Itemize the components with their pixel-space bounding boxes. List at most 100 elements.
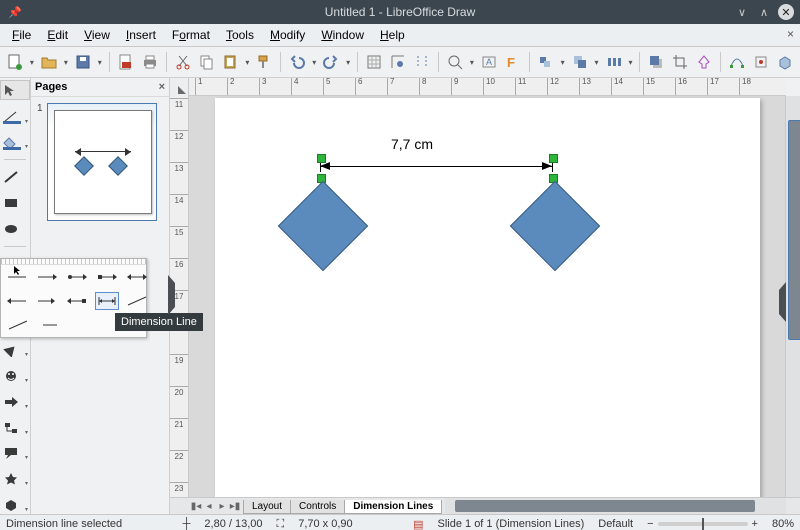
- line-square-arrow-icon[interactable]: [65, 292, 89, 310]
- glue-button[interactable]: [750, 51, 772, 73]
- drawing-canvas[interactable]: 7,7 cm: [189, 96, 785, 497]
- distribute-dropdown[interactable]: ▾: [626, 51, 634, 73]
- arrange-button[interactable]: [569, 51, 591, 73]
- ellipse-tool[interactable]: [1, 220, 29, 238]
- menu-file[interactable]: File: [4, 27, 39, 43]
- tab-dimension-lines[interactable]: Dimension Lines: [344, 500, 442, 514]
- basic-shapes-tool[interactable]: ▾: [1, 341, 29, 359]
- line-arrow-end-icon[interactable]: [35, 268, 59, 286]
- horizontal-scrollbar[interactable]: [445, 498, 786, 514]
- status-style[interactable]: Default: [598, 518, 633, 530]
- block-arrow-tool[interactable]: ▾: [1, 393, 29, 411]
- zoom-button[interactable]: [444, 51, 466, 73]
- textbox-button[interactable]: A: [478, 51, 500, 73]
- callout-tool[interactable]: ▾: [1, 445, 29, 463]
- cut-button[interactable]: [172, 51, 194, 73]
- crop-button[interactable]: [669, 51, 691, 73]
- menu-format[interactable]: Format: [164, 27, 218, 43]
- window-close-button[interactable]: ✕: [778, 4, 794, 20]
- tab-controls[interactable]: Controls: [290, 500, 345, 514]
- window-title: Untitled 1 - LibreOffice Draw: [325, 5, 476, 19]
- last-slide-icon: ▸▮: [229, 501, 241, 512]
- new-button[interactable]: [4, 51, 26, 73]
- window-maximize-button[interactable]: ∧: [756, 4, 772, 20]
- line-tool[interactable]: [1, 168, 29, 186]
- rect-tool[interactable]: [1, 194, 29, 212]
- new-dropdown[interactable]: ▾: [28, 51, 36, 73]
- line-arrows-icon[interactable]: [125, 268, 149, 286]
- dimension-line-icon[interactable]: [95, 292, 119, 310]
- tab-layout[interactable]: Layout: [243, 500, 291, 514]
- menu-window[interactable]: Window: [313, 27, 372, 43]
- menu-modify[interactable]: Modify: [262, 27, 313, 43]
- diamond-shape[interactable]: [278, 181, 369, 272]
- filter-button[interactable]: [693, 51, 715, 73]
- slide-nav-buttons[interactable]: ▮◂◂▸▸▮: [188, 498, 243, 514]
- zoom-slider[interactable]: − +: [647, 518, 758, 530]
- export-pdf-button[interactable]: [115, 51, 137, 73]
- pin-icon[interactable]: 📌: [8, 6, 22, 19]
- line-diag-icon[interactable]: [5, 316, 31, 334]
- print-button[interactable]: [139, 51, 161, 73]
- zoom-in-icon[interactable]: +: [752, 518, 758, 530]
- extrusion-button[interactable]: [774, 51, 796, 73]
- distribute-button[interactable]: [603, 51, 625, 73]
- paste-button[interactable]: [219, 51, 241, 73]
- line-arrow-square-icon[interactable]: [95, 268, 119, 286]
- arrange-dropdown[interactable]: ▾: [593, 51, 601, 73]
- window-minimize-button[interactable]: ∨: [734, 4, 750, 20]
- menu-edit[interactable]: Edit: [39, 27, 76, 43]
- vertical-scrollbar[interactable]: [785, 96, 800, 497]
- star-tool[interactable]: ▾: [1, 470, 29, 488]
- open-dropdown[interactable]: ▾: [62, 51, 70, 73]
- line-circle-arrow-icon[interactable]: [35, 292, 59, 310]
- undo-button[interactable]: [286, 51, 308, 73]
- flowchart-tool[interactable]: ▾: [1, 419, 29, 437]
- page-thumbnail[interactable]: [47, 103, 157, 221]
- line-arrow-start-icon[interactable]: [5, 292, 29, 310]
- line-color-tool[interactable]: ▾: [1, 108, 29, 126]
- scrollbar-thumb[interactable]: [788, 120, 800, 340]
- line-arrow-circle-icon[interactable]: [65, 268, 89, 286]
- status-save-icon[interactable]: ▤: [413, 518, 423, 530]
- menu-insert[interactable]: Insert: [118, 27, 164, 43]
- select-tool[interactable]: [0, 80, 30, 100]
- menu-help[interactable]: Help: [372, 27, 413, 43]
- panel-close-button[interactable]: ×: [159, 81, 165, 93]
- close-document-button[interactable]: ×: [787, 27, 794, 41]
- handle[interactable]: [317, 154, 326, 163]
- points-button[interactable]: [726, 51, 748, 73]
- symbol-shapes-tool[interactable]: ▾: [1, 367, 29, 385]
- align-button[interactable]: [535, 51, 557, 73]
- diamond-shape[interactable]: [510, 181, 601, 272]
- redo-button[interactable]: [320, 51, 342, 73]
- menu-view[interactable]: View: [76, 27, 118, 43]
- menu-tools[interactable]: Tools: [218, 27, 262, 43]
- handle[interactable]: [549, 154, 558, 163]
- align-dropdown[interactable]: ▾: [559, 51, 567, 73]
- zoom-value[interactable]: 80%: [772, 518, 794, 530]
- paste-dropdown[interactable]: ▾: [243, 51, 251, 73]
- open-button[interactable]: [38, 51, 60, 73]
- grid-button[interactable]: [363, 51, 385, 73]
- copy-button[interactable]: [196, 51, 218, 73]
- snap-button[interactable]: [387, 51, 409, 73]
- horizontal-ruler[interactable]: 123456789101112131415161718: [189, 78, 786, 96]
- fill-color-tool[interactable]: ▾: [1, 134, 29, 152]
- shadow-button[interactable]: [645, 51, 667, 73]
- line-45-icon[interactable]: [125, 292, 149, 310]
- zoom-out-icon[interactable]: −: [647, 518, 653, 530]
- 3d-tool[interactable]: ▾: [1, 496, 29, 514]
- scrollbar-thumb[interactable]: [455, 500, 755, 512]
- dimension-line[interactable]: [320, 166, 552, 167]
- guides-button[interactable]: [411, 51, 433, 73]
- undo-dropdown[interactable]: ▾: [310, 51, 318, 73]
- clone-format-button[interactable]: [253, 51, 275, 73]
- ruler-corner[interactable]: [170, 78, 189, 97]
- save-button[interactable]: [72, 51, 94, 73]
- zoom-dropdown[interactable]: ▾: [468, 51, 476, 73]
- save-dropdown[interactable]: ▾: [96, 51, 104, 73]
- redo-dropdown[interactable]: ▾: [344, 51, 352, 73]
- line-short-icon[interactable]: [37, 316, 63, 334]
- fontwork-button[interactable]: F: [502, 51, 524, 73]
